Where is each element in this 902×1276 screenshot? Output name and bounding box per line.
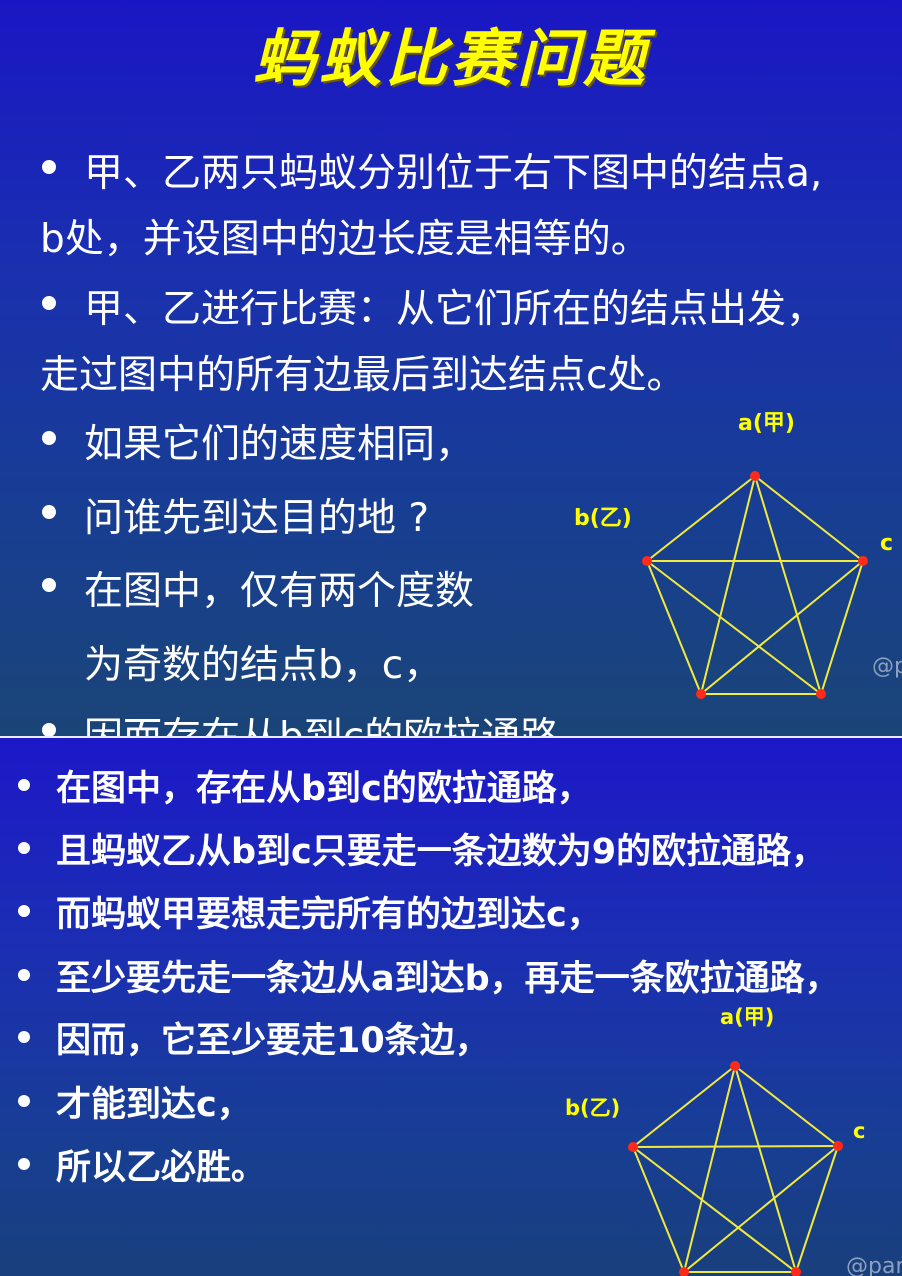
label-b: b(乙) bbox=[574, 506, 632, 531]
bullet-icon bbox=[18, 1158, 30, 1170]
node-b bbox=[642, 556, 652, 566]
text-line-2: b处，并设图中的边长度是相等的。 bbox=[40, 217, 650, 262]
bullet-icon bbox=[18, 1031, 30, 1043]
watermark: @pan bbox=[846, 1254, 902, 1276]
text-line-5: 如果它们的速度相同， bbox=[84, 422, 475, 467]
bullet-icon bbox=[42, 160, 56, 174]
bullet-icon bbox=[42, 431, 56, 445]
watermark: @p bbox=[872, 654, 902, 679]
text-line-12: 而蚂蚁甲要想走完所有的边到达c， bbox=[56, 895, 602, 935]
top-slide: 蚂蚁比赛问题 甲、乙两只蚂蚁分别位于右下图中的结点a, b处，并设图中的边长度是… bbox=[0, 0, 902, 738]
bullet-icon bbox=[18, 1095, 30, 1107]
label-a: a(甲) bbox=[738, 411, 795, 436]
bullet-icon bbox=[42, 505, 56, 519]
text-line-8: 为奇数的结点b，c， bbox=[84, 643, 443, 688]
bullet-icon bbox=[42, 296, 56, 310]
label-b: b(乙) bbox=[565, 1096, 620, 1120]
pentagon-graph-bottom: a(甲) b(乙) c bbox=[565, 1005, 865, 1276]
bullet-icon bbox=[18, 779, 30, 791]
graph-edges bbox=[632, 1065, 839, 1273]
pentagon-graph-top: a(甲) b(乙) c bbox=[574, 411, 893, 699]
label-c: c bbox=[880, 531, 893, 556]
text-line-3: 甲、乙进行比赛：从它们所在的结点出发， bbox=[84, 287, 826, 332]
text-line-14: 因而，它至少要走10条边， bbox=[56, 1021, 490, 1061]
bullet-icon bbox=[18, 969, 30, 981]
node-d bbox=[696, 689, 706, 699]
label-a: a(甲) bbox=[720, 1005, 774, 1029]
node-a bbox=[750, 471, 760, 481]
text-line-15: 才能到达c， bbox=[56, 1085, 252, 1125]
bottom-slide: 在图中，存在从b到c的欧拉通路， 且蚂蚁乙从b到c只要走一条边数为9的欧拉通路，… bbox=[0, 738, 902, 1276]
text-line-1: 甲、乙两只蚂蚁分别位于右下图中的结点a, bbox=[84, 151, 823, 196]
node-c bbox=[858, 556, 868, 566]
bullet-icon bbox=[18, 905, 30, 917]
text-line-7: 在图中，仅有两个度数 bbox=[84, 569, 475, 614]
label-c: c bbox=[853, 1119, 865, 1143]
text-line-9: 因而存在从b到c的欧拉通路。 bbox=[84, 715, 599, 738]
node-a bbox=[730, 1061, 740, 1071]
slide-title: 蚂蚁比赛问题 bbox=[252, 22, 649, 95]
bullet-icon bbox=[18, 842, 30, 854]
text-line-10: 在图中，存在从b到c的欧拉通路， bbox=[56, 769, 592, 809]
text-line-4: 走过图中的所有边最后到达结点c处。 bbox=[40, 353, 686, 398]
bullet-icon bbox=[42, 578, 56, 592]
text-line-13: 至少要先走一条边从a到达b，再走一条欧拉通路， bbox=[56, 959, 840, 999]
node-c bbox=[833, 1141, 843, 1151]
text-line-6: 问谁先到达目的地 ? bbox=[84, 496, 430, 541]
text-line-16: 所以乙必胜。 bbox=[56, 1148, 267, 1188]
node-e bbox=[816, 689, 826, 699]
graph-edges bbox=[646, 475, 864, 695]
text-line-11: 且蚂蚁乙从b到c只要走一条边数为9的欧拉通路， bbox=[56, 832, 827, 872]
bullet-icon bbox=[42, 723, 56, 737]
node-b bbox=[628, 1142, 638, 1152]
